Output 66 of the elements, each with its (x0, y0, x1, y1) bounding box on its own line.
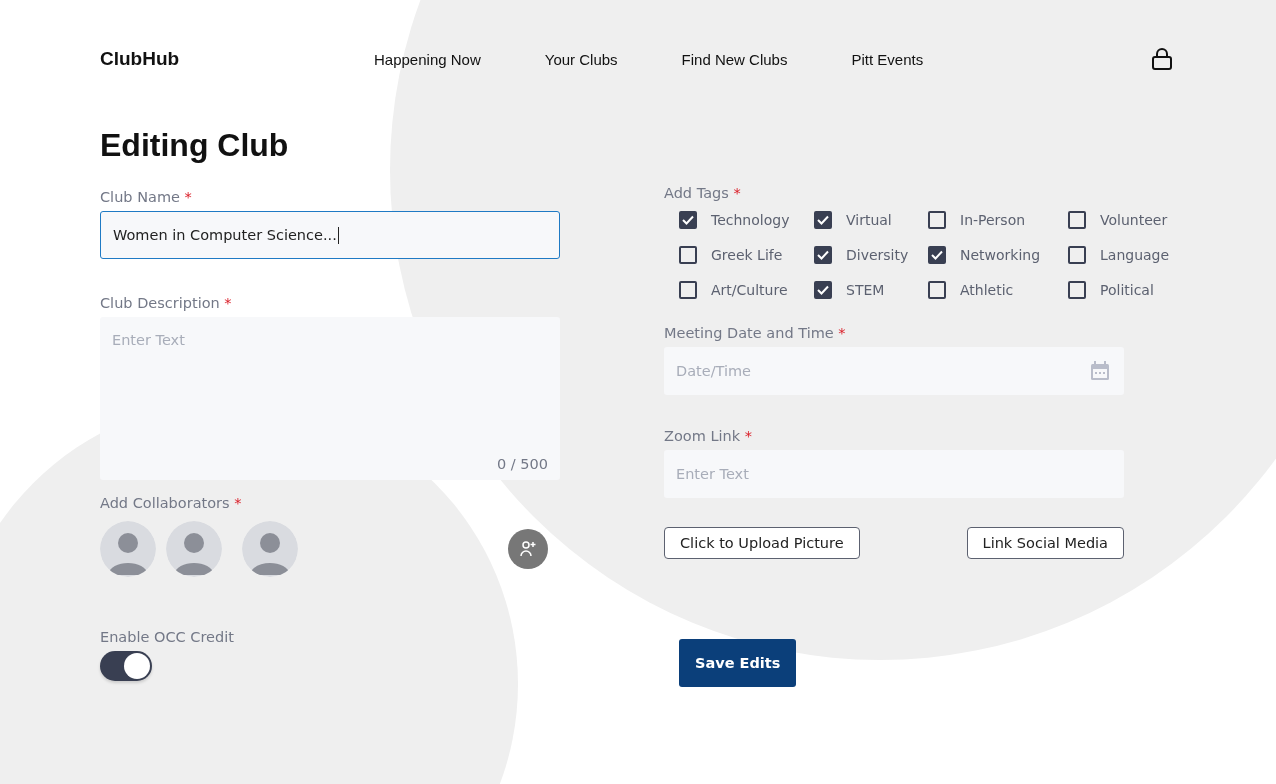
tag-checkbox[interactable]: Greek Life (679, 246, 814, 264)
tag-label: Greek Life (711, 247, 783, 263)
checkbox[interactable] (679, 281, 697, 299)
field-label: Zoom Link * (664, 428, 753, 444)
checkbox[interactable] (814, 211, 832, 229)
tag-label: Diversity (846, 247, 909, 263)
checkbox[interactable] (814, 246, 832, 264)
tag-label: Art/Culture (711, 282, 788, 298)
tag-label: Volunteer (1100, 212, 1168, 228)
description-field[interactable]: Enter Text 0 / 500 (100, 317, 560, 480)
calendar-icon (1090, 361, 1110, 381)
tag-label: Language (1100, 247, 1170, 263)
placeholder-text: Date/Time (676, 363, 752, 379)
brand-logo[interactable]: ClubHub (100, 48, 374, 70)
checkbox[interactable] (928, 281, 946, 299)
tag-checkbox[interactable]: Athletic (928, 281, 1068, 299)
checkbox[interactable] (1068, 246, 1086, 264)
tag-label: Virtual (846, 212, 892, 228)
lock-icon[interactable] (1150, 46, 1174, 72)
field-label: Add Tags * (664, 185, 742, 201)
field-label: Club Name * (100, 189, 193, 205)
nav-link[interactable]: Find New Clubs (681, 50, 788, 68)
save-button[interactable]: Save Edits (679, 639, 797, 687)
upload-picture-button[interactable]: Click to Upload Picture (664, 527, 860, 559)
club-name-field[interactable]: Women in Computer Science... (100, 211, 560, 259)
nav-link[interactable]: Happening Now (374, 50, 481, 68)
tag-checkbox[interactable]: Volunteer (1068, 211, 1170, 229)
checkbox[interactable] (928, 211, 946, 229)
zoom-link-field[interactable]: Enter Text (664, 450, 1124, 498)
tag-checkbox[interactable]: Political (1068, 281, 1170, 299)
character-counter: 0 / 500 (497, 456, 548, 472)
avatar (100, 521, 156, 577)
add-person-button[interactable] (508, 529, 548, 569)
tag-checkbox[interactable]: In-Person (928, 211, 1068, 229)
tag-label: STEM (846, 282, 885, 298)
avatar (166, 521, 222, 577)
tag-label: In-Person (960, 212, 1026, 228)
page-title: Editing Club (100, 126, 290, 164)
add-person-icon (519, 540, 537, 558)
avatar (242, 521, 298, 577)
tag-label: Political (1100, 282, 1154, 298)
tag-checkbox[interactable]: STEM (814, 281, 928, 299)
nav-link[interactable]: Pitt Events (851, 50, 924, 68)
tag-checkbox[interactable]: Virtual (814, 211, 928, 229)
tag-checkbox[interactable]: Art/Culture (679, 281, 814, 299)
link-social-button[interactable]: Link Social Media (966, 527, 1124, 559)
field-label: Club Description * (100, 295, 233, 311)
nav-link[interactable]: Your Clubs (544, 50, 618, 68)
checkbox[interactable] (1068, 211, 1086, 229)
checkbox[interactable] (814, 281, 832, 299)
checkbox[interactable] (928, 246, 946, 264)
checkbox[interactable] (1068, 281, 1086, 299)
tag-label: Networking (960, 247, 1041, 263)
tag-checkbox[interactable]: Diversity (814, 246, 928, 264)
field-label: Meeting Date and Time * (664, 325, 847, 341)
field-label: Add Collaborators * (100, 495, 243, 511)
checkbox[interactable] (679, 211, 697, 229)
placeholder-text: Enter Text (112, 332, 185, 348)
tag-label: Technology (711, 212, 790, 228)
tag-checkbox[interactable]: Language (1068, 246, 1170, 264)
checkbox[interactable] (679, 246, 697, 264)
field-label: Enable OCC Credit (100, 629, 235, 645)
tag-checkbox[interactable]: Technology (679, 211, 814, 229)
tag-checkbox[interactable]: Networking (928, 246, 1068, 264)
occ-credit-toggle[interactable] (100, 651, 152, 681)
tag-label: Athletic (960, 282, 1014, 298)
